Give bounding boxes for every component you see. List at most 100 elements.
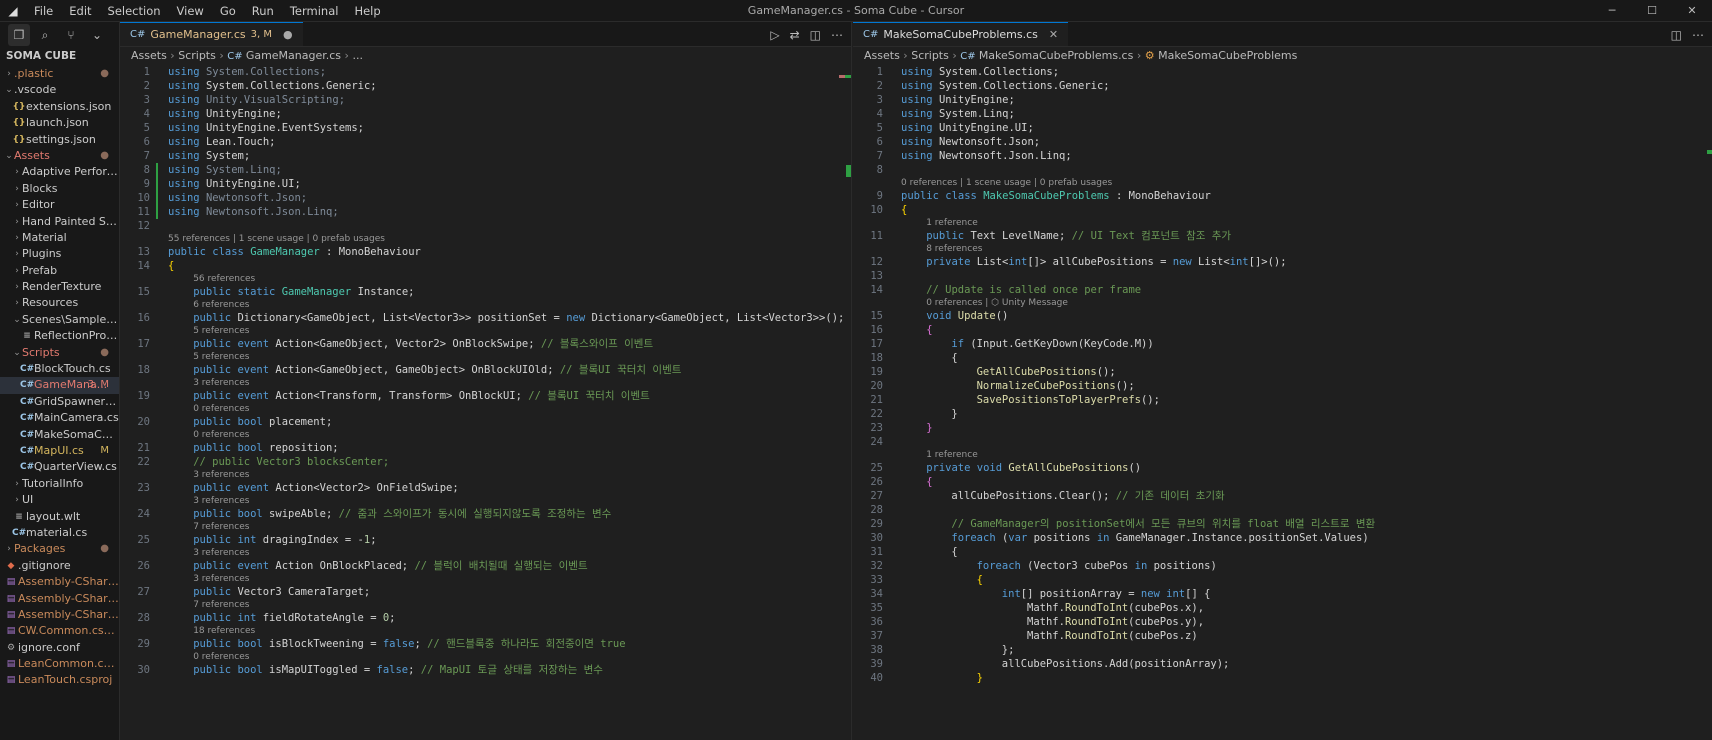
- breadcrumb-item[interactable]: MakeSomaCubeProblems: [1158, 49, 1297, 62]
- code-line[interactable]: 24 public bool swipeAble; // 줌과 스와이프가 동시에…: [120, 507, 851, 521]
- code-area[interactable]: 1 using System.Collections; 2 using System.…: [853, 65, 1712, 685]
- breadcrumb[interactable]: Assets › Scripts › C# MakeSomaCubeProble…: [853, 47, 1712, 65]
- more-actions-icon[interactable]: ⋯: [831, 28, 843, 42]
- code-line[interactable]: 13: [853, 269, 1712, 283]
- search-icon[interactable]: ⌕: [34, 24, 56, 46]
- code-line[interactable]: 2 using System.Collections.Generic;: [120, 79, 851, 93]
- code-line[interactable]: 5 using UnityEngine.EventSystems;: [120, 121, 851, 135]
- split-editor-icon[interactable]: ◫: [810, 28, 821, 42]
- code-line[interactable]: 15 public static GameManager Instance;: [120, 285, 851, 299]
- code-line[interactable]: 18 {: [853, 351, 1712, 365]
- codelens[interactable]: 056 references: [120, 273, 851, 285]
- codelens[interactable]: 01 reference: [853, 217, 1712, 229]
- codelens[interactable]: 05 references: [120, 351, 851, 363]
- codelens-text[interactable]: 7 references: [168, 599, 851, 611]
- explorer-item[interactable]: ▤ LeanTouch.csproj: [0, 672, 119, 688]
- explorer-item[interactable]: › Editor: [0, 197, 119, 213]
- code-line[interactable]: 11 public Text LevelName; // UI Text 컴포넌트…: [853, 229, 1712, 243]
- overview-ruler[interactable]: [837, 65, 851, 740]
- explorer-item[interactable]: ≡ layout.wlt: [0, 509, 119, 525]
- breadcrumb-item[interactable]: Scripts: [178, 49, 216, 62]
- codelens-text[interactable]: 7 references: [168, 521, 851, 533]
- explorer-item[interactable]: ▤Assembly-CSharp-firs...: [0, 591, 119, 607]
- code-line[interactable]: 22 // public Vector3 blocksCenter;: [120, 455, 851, 469]
- code-line[interactable]: 10 {: [853, 203, 1712, 217]
- codelens[interactable]: 03 references: [120, 377, 851, 389]
- explorer-item[interactable]: ⚙ ignore.conf: [0, 640, 119, 656]
- code-line[interactable]: 32 foreach (Vector3 cubePos in positions): [853, 559, 1712, 573]
- codelens-text[interactable]: 1 reference: [901, 449, 1712, 461]
- codelens[interactable]: 055 references | 1 scene usage | 0 prefa…: [120, 233, 851, 245]
- code-line[interactable]: 21 public bool reposition;: [120, 441, 851, 455]
- code-line[interactable]: 6 using Lean.Touch;: [120, 135, 851, 149]
- cursor-logo-icon[interactable]: ◢: [0, 0, 26, 22]
- code-line[interactable]: 21 SavePositionsToPlayerPrefs();: [853, 393, 1712, 407]
- code-line[interactable]: 39 allCubePositions.Add(positionArray);: [853, 657, 1712, 671]
- code-line[interactable]: 38};: [853, 643, 1712, 657]
- codelens[interactable]: 03 references: [120, 495, 851, 507]
- tab-gamemanager[interactable]: C# GameManager.cs 3, M ●: [120, 22, 303, 46]
- menu-item-run[interactable]: Run: [244, 0, 282, 22]
- code-line[interactable]: 34 int[] positionArray = new int[] {: [853, 587, 1712, 601]
- codelens[interactable]: 07 references: [120, 599, 851, 611]
- explorer-item[interactable]: › .plastic ●: [0, 66, 119, 82]
- explorer-item[interactable]: C# material.cs: [0, 525, 119, 541]
- codelens[interactable]: 08 references: [853, 243, 1712, 255]
- codelens-text[interactable]: 3 references: [168, 573, 851, 585]
- codelens-text[interactable]: 0 references | ⬡ Unity Message: [901, 297, 1712, 309]
- code-line[interactable]: 26 public event Action OnBlockPlaced; // …: [120, 559, 851, 573]
- code-line[interactable]: 29 // GameManager의 positionSet에서 모든 큐브의 위…: [853, 517, 1712, 531]
- codelens[interactable]: 03 references: [120, 573, 851, 585]
- breadcrumb-item[interactable]: ...: [352, 49, 363, 62]
- codelens-text[interactable]: 1 reference: [901, 217, 1712, 229]
- explorer-item[interactable]: ▤LeanCommon.csproj: [0, 656, 119, 672]
- code-line[interactable]: 19 GetAllCubePositions();: [853, 365, 1712, 379]
- explorer-item[interactable]: › UI: [0, 492, 119, 508]
- code-line[interactable]: 10 using Newtonsoft.Json;: [120, 191, 851, 205]
- codelens-text[interactable]: 0 references | 1 scene usage | 0 prefab …: [901, 177, 1712, 189]
- code-line[interactable]: 30 public bool isMapUIToggled = false; //…: [120, 663, 851, 677]
- explorer-item[interactable]: {} extensions.json: [0, 99, 119, 115]
- explorer-item[interactable]: ▤Assembly-CSharp-Edi...: [0, 574, 119, 590]
- explorer-item[interactable]: C#MakeSomaCubePr...: [0, 427, 119, 443]
- codelens-text[interactable]: 18 references: [168, 625, 851, 637]
- codelens-text[interactable]: 56 references: [168, 273, 851, 285]
- explorer-item[interactable]: C# BlockTouch.cs: [0, 361, 119, 377]
- code-line[interactable]: 37 Mathf.RoundToInt(cubePos.z): [853, 629, 1712, 643]
- code-line[interactable]: 3 using Unity.VisualScripting;: [120, 93, 851, 107]
- source-control-icon[interactable]: ⑂: [60, 24, 82, 46]
- codelens-text[interactable]: 8 references: [901, 243, 1712, 255]
- code-line[interactable]: 17 public event Action<GameObject, Vector…: [120, 337, 851, 351]
- code-line[interactable]: 3 using UnityEngine;: [853, 93, 1712, 107]
- explorer-item[interactable]: ▤Assembly-CSharp.csp...: [0, 607, 119, 623]
- code-line[interactable]: 7 using Newtonsoft.Json.Linq;: [853, 149, 1712, 163]
- code-line[interactable]: 28 public int fieldRotateAngle = 0;: [120, 611, 851, 625]
- codelens[interactable]: 00 references | 1 scene usage | 0 prefab…: [853, 177, 1712, 189]
- explorer-item[interactable]: › Material: [0, 230, 119, 246]
- code-line[interactable]: 14 {: [120, 259, 851, 273]
- code-line[interactable]: 36 Mathf.RoundToInt(cubePos.y),: [853, 615, 1712, 629]
- code-line[interactable]: 4 using System.Linq;: [853, 107, 1712, 121]
- code-line[interactable]: 12: [120, 219, 851, 233]
- code-line[interactable]: 28: [853, 503, 1712, 517]
- explorer-item[interactable]: C# GameMana... 3, M: [0, 377, 119, 394]
- explorer-item[interactable]: ⌄ Scripts ●: [0, 345, 119, 361]
- explorer-item[interactable]: ⌄Scenes\SampleScene: [0, 312, 119, 328]
- explorer-item[interactable]: ▤ CW.Common.csproj: [0, 623, 119, 639]
- codelens[interactable]: 00 references: [120, 429, 851, 441]
- codelens[interactable]: 00 references | ⬡ Unity Message: [853, 297, 1712, 309]
- code-line[interactable]: 18 public event Action<GameObject, GameOb…: [120, 363, 851, 377]
- menu-item-terminal[interactable]: Terminal: [282, 0, 347, 22]
- code-line[interactable]: 31 {: [853, 545, 1712, 559]
- breadcrumb-item[interactable]: Scripts: [911, 49, 949, 62]
- code-line[interactable]: 11 using Newtonsoft.Json.Linq;: [120, 205, 851, 219]
- codelens-text[interactable]: 3 references: [168, 377, 851, 389]
- explorer-item[interactable]: › TutorialInfo: [0, 476, 119, 492]
- codelens-text[interactable]: 3 references: [168, 547, 851, 559]
- compare-icon[interactable]: ⇄: [790, 28, 800, 42]
- codelens-text[interactable]: 55 references | 1 scene usage | 0 prefab…: [168, 233, 851, 245]
- codelens[interactable]: 03 references: [120, 547, 851, 559]
- explorer-item[interactable]: › Blocks: [0, 181, 119, 197]
- chevron-down-icon[interactable]: ⌄: [86, 24, 108, 46]
- overview-ruler[interactable]: [1698, 65, 1712, 740]
